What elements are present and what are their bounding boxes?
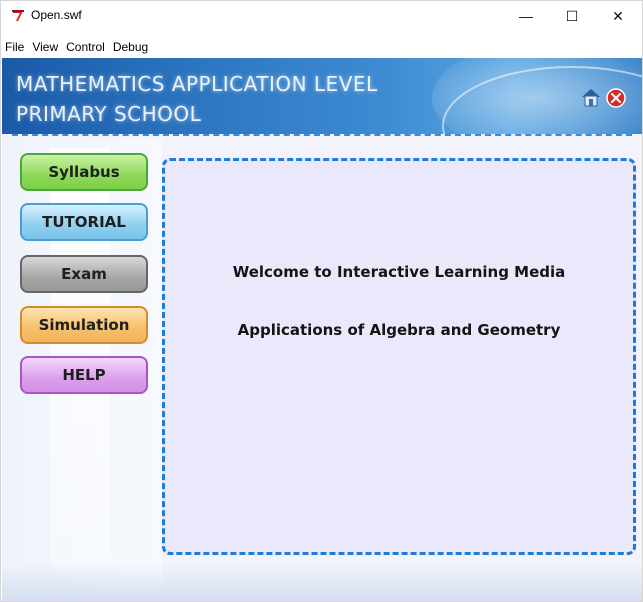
- header-divider: [12, 134, 632, 136]
- menu-view[interactable]: View: [28, 37, 62, 57]
- exit-icon[interactable]: [606, 88, 626, 108]
- exam-button[interactable]: Exam: [20, 255, 148, 293]
- home-icon[interactable]: [580, 86, 602, 108]
- menu-bar: File View Control Debug: [1, 37, 152, 57]
- menu-debug[interactable]: Debug: [109, 37, 152, 57]
- content-panel: Welcome to Interactive Learning Media Ap…: [162, 158, 636, 555]
- maximize-button[interactable]: ☐: [549, 1, 595, 31]
- flash-player-icon: [11, 9, 25, 23]
- app-window: Open.swf — ☐ ✕ File View Control Debug M…: [0, 0, 643, 602]
- title-bar: Open.swf — ☐ ✕: [1, 1, 642, 31]
- window-title: Open.swf: [31, 8, 82, 22]
- subtitle-text: Applications of Algebra and Geometry: [237, 321, 561, 339]
- syllabus-button[interactable]: Syllabus: [20, 153, 148, 191]
- footer-decoration: [2, 563, 642, 601]
- welcome-text: Welcome to Interactive Learning Media: [232, 263, 566, 281]
- menu-control[interactable]: Control: [62, 37, 109, 57]
- tutorial-button[interactable]: TUTORIAL: [20, 203, 148, 241]
- header-title-line2: PRIMARY SCHOOL: [16, 102, 202, 126]
- flash-stage: MATHEMATICS APPLICATION LEVEL PRIMARY SC…: [2, 58, 642, 601]
- app-header: MATHEMATICS APPLICATION LEVEL PRIMARY SC…: [2, 58, 642, 134]
- header-title-line1: MATHEMATICS APPLICATION LEVEL: [16, 72, 378, 96]
- simulation-button[interactable]: Simulation: [20, 306, 148, 344]
- minimize-button[interactable]: —: [503, 1, 549, 31]
- menu-file[interactable]: File: [1, 37, 28, 57]
- close-button[interactable]: ✕: [595, 1, 641, 31]
- help-button[interactable]: HELP: [20, 356, 148, 394]
